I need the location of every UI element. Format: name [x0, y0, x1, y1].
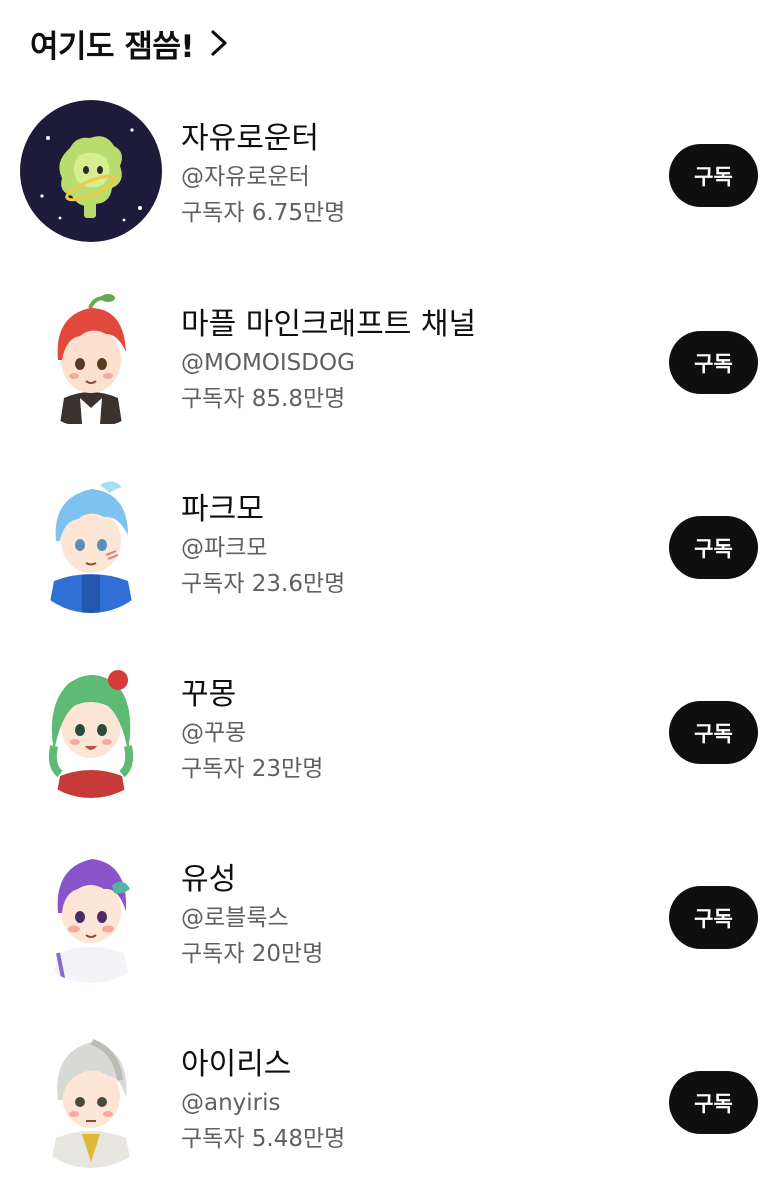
subscribe-button[interactable]: 구독 — [669, 886, 758, 949]
channel-info: 마플 마인크래프트 채널 @MOMOISDOG 구독자 85.8만명 — [181, 306, 601, 414]
channel-name[interactable]: 파크모 — [181, 491, 601, 529]
channel-row[interactable]: 아이리스 @anyiris 구독자 5.48만명 구독 — [0, 1022, 774, 1172]
subscriber-count: 구독자 6.75만명 — [181, 200, 346, 226]
channel-handle: @로블룩스 — [181, 905, 289, 931]
planet-avatar-icon[interactable] — [20, 100, 162, 242]
channel-name[interactable]: 자유로운터 — [181, 120, 601, 158]
channel-handle: @파크모 — [181, 535, 268, 561]
channel-info: 꾸몽 @꾸몽 구독자 23만명 — [181, 676, 601, 784]
channel-handle: @anyiris — [181, 1090, 281, 1116]
channel-info: 자유로운터 @자유로운터 구독자 6.75만명 — [181, 120, 601, 228]
channel-name[interactable]: 꾸몽 — [181, 676, 601, 714]
gray-hair-character-avatar-icon[interactable] — [20, 1026, 162, 1168]
channel-row[interactable]: 파크모 @파크모 구독자 23.6만명 구독 — [0, 467, 774, 617]
subscriber-count: 구독자 5.48만명 — [181, 1126, 346, 1152]
channel-handle: @꾸몽 — [181, 720, 247, 746]
subscribe-button[interactable]: 구독 — [669, 516, 758, 579]
subscriber-count: 구독자 85.8만명 — [181, 386, 346, 412]
channel-list: 자유로운터 @자유로운터 구독자 6.75만명 구독 마플 마인크래프트 채널 … — [0, 0, 774, 1200]
subscriber-count: 구독자 23만명 — [181, 756, 324, 782]
channel-row[interactable]: 꾸몽 @꾸몽 구독자 23만명 구독 — [0, 652, 774, 802]
subscribe-button[interactable]: 구독 — [669, 331, 758, 394]
green-hair-character-avatar-icon[interactable] — [20, 656, 162, 798]
channel-info: 파크모 @파크모 구독자 23.6만명 — [181, 491, 601, 599]
red-hair-character-avatar-icon[interactable] — [20, 286, 162, 428]
channel-handle: @MOMOISDOG — [181, 350, 355, 376]
subscribe-button[interactable]: 구독 — [669, 701, 758, 764]
channel-row[interactable]: 자유로운터 @자유로운터 구독자 6.75만명 구독 — [0, 96, 774, 246]
channel-handle: @자유로운터 — [181, 164, 310, 190]
subscriber-count: 구독자 20만명 — [181, 941, 324, 967]
channel-name[interactable]: 마플 마인크래프트 채널 — [181, 306, 601, 344]
blue-hair-character-avatar-icon[interactable] — [20, 471, 162, 613]
channel-info: 아이리스 @anyiris 구독자 5.48만명 — [181, 1046, 601, 1154]
purple-hair-character-avatar-icon[interactable] — [20, 841, 162, 983]
channel-name[interactable]: 아이리스 — [181, 1046, 601, 1084]
channel-info: 유성 @로블룩스 구독자 20만명 — [181, 861, 601, 969]
channel-row[interactable]: 유성 @로블룩스 구독자 20만명 구독 — [0, 837, 774, 987]
subscribe-button[interactable]: 구독 — [669, 1071, 758, 1134]
channel-name[interactable]: 유성 — [181, 861, 601, 899]
channel-row[interactable]: 마플 마인크래프트 채널 @MOMOISDOG 구독자 85.8만명 구독 — [0, 282, 774, 432]
subscriber-count: 구독자 23.6만명 — [181, 571, 346, 597]
subscribe-button[interactable]: 구독 — [669, 144, 758, 207]
